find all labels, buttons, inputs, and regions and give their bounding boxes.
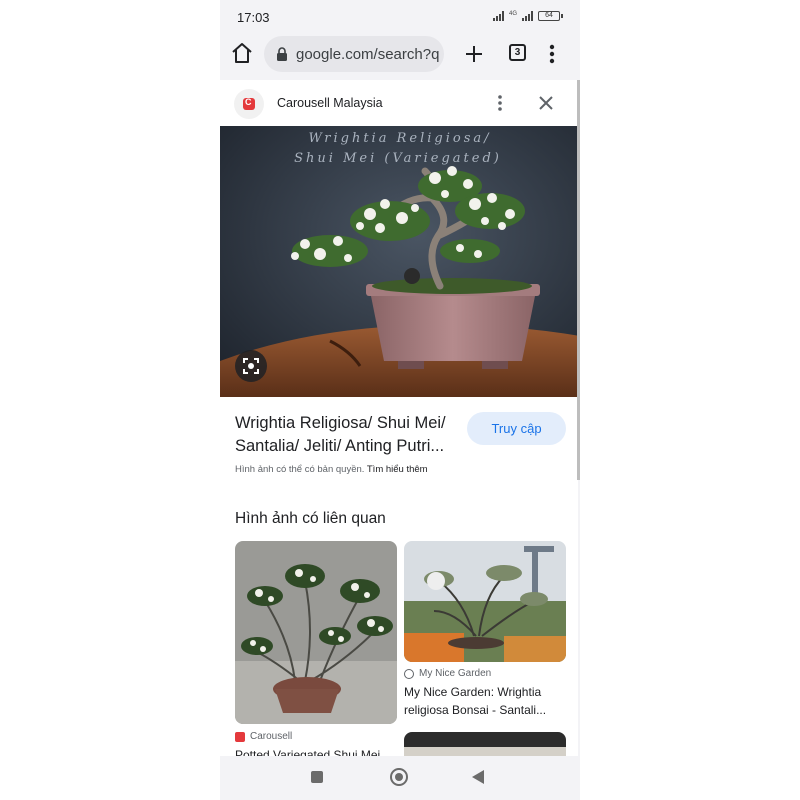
image-result-panel: Carousell Malaysia — [220, 80, 580, 772]
signal-icon-2 — [522, 11, 533, 21]
carousell-logo — [234, 89, 264, 119]
back-icon[interactable] — [472, 770, 484, 784]
carousell-icon — [235, 731, 245, 742]
tabs-icon[interactable]: 3 — [509, 44, 526, 61]
related-caption-2[interactable]: My Nice Garden: Wrightia religiosa Bonsa… — [404, 683, 566, 719]
related-source-1: Carousell — [235, 731, 292, 742]
url-text: google.com/search?q — [296, 45, 440, 63]
network-type-label: 4G — [508, 11, 517, 17]
source-header: Carousell Malaysia — [220, 80, 578, 126]
related-image-2[interactable] — [404, 541, 566, 662]
main-result-image[interactable]: Wrightia Religiosa/ Shui Mei (Variegated… — [220, 126, 580, 397]
home-circle-icon[interactable] — [390, 768, 408, 786]
home-icon[interactable] — [230, 40, 254, 66]
source-name[interactable]: Carousell Malaysia — [277, 96, 383, 110]
close-icon[interactable] — [537, 94, 555, 112]
status-time: 17:03 — [237, 10, 270, 25]
browser-toolbar: google.com/search?q 3 — [220, 34, 580, 80]
lock-icon — [277, 47, 287, 61]
recents-icon[interactable] — [311, 771, 323, 783]
phone-screen: 17:03 4G 64 google.com/search?q 3 C Caro… — [220, 0, 580, 800]
signal-icon — [492, 11, 504, 21]
globe-icon — [404, 668, 414, 679]
copyright-notice: Hình ảnh có thể có bản quyền. Tìm hiểu t… — [235, 464, 428, 475]
more-vert-icon[interactable] — [496, 94, 504, 112]
status-icons: 4G 64 — [492, 11, 563, 21]
related-caption-1[interactable]: Potted Variegated Shui Mei — [235, 746, 397, 756]
plus-icon[interactable] — [462, 42, 486, 66]
system-nav-bar — [220, 756, 580, 800]
related-source-name-2: My Nice Garden — [419, 668, 492, 679]
result-title[interactable]: Wrightia Religiosa/ Shui Mei/ Santalia/ … — [235, 412, 465, 458]
status-bar: 17:03 4G 64 — [220, 0, 580, 34]
related-source-2: My Nice Garden — [404, 668, 491, 679]
copyright-text: Hình ảnh có thể có bản quyền. — [235, 464, 365, 475]
learn-more-link[interactable]: Tìm hiểu thêm — [367, 464, 428, 475]
more-vert-icon[interactable] — [546, 42, 558, 66]
scrollbar[interactable] — [577, 80, 580, 480]
url-bar[interactable]: google.com/search?q — [264, 36, 444, 72]
image-watermark-line2: Shui Mei (Variegated) — [294, 151, 502, 166]
related-image-1[interactable] — [235, 541, 397, 724]
visit-button[interactable]: Truy cập — [467, 412, 566, 445]
related-source-name-1: Carousell — [250, 731, 293, 742]
battery-icon: 64 — [538, 11, 563, 21]
related-images-heading: Hình ảnh có liên quan — [235, 510, 386, 527]
lens-icon[interactable] — [235, 350, 267, 382]
image-watermark-line1: Wrightia Religiosa/ — [308, 131, 491, 146]
